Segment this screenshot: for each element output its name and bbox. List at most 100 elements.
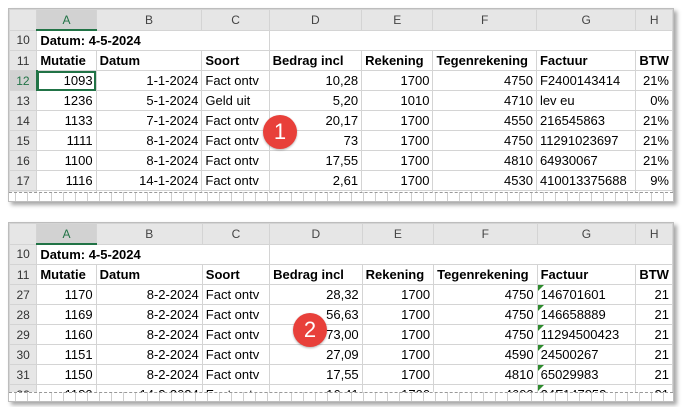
cell-datum[interactable]: 14-1-2024 bbox=[95, 170, 203, 191]
cell-bedrag[interactable]: 10,28 bbox=[268, 70, 363, 91]
header-cell-bedrag[interactable]: Bedrag incl bbox=[268, 50, 363, 71]
header-cell-btw[interactable]: BTW bbox=[635, 264, 673, 285]
row-header[interactable]: 16 bbox=[9, 150, 38, 171]
cell-factuur[interactable]: 24500267 bbox=[536, 344, 637, 365]
column-header-g[interactable]: G bbox=[536, 223, 637, 245]
cell-factuur[interactable]: 410013375688 bbox=[535, 170, 637, 191]
row-header[interactable]: 15 bbox=[9, 130, 38, 151]
row-header[interactable]: 11 bbox=[9, 50, 38, 71]
cell-mutatie[interactable]: 1170 bbox=[36, 284, 97, 305]
cell-bedrag[interactable]: 17,55 bbox=[269, 364, 363, 385]
cell-tegenrekening[interactable]: 4750 bbox=[433, 324, 538, 345]
cell-mutatie[interactable]: 1133 bbox=[36, 110, 97, 131]
cell-rekening[interactable]: 1700 bbox=[361, 344, 435, 365]
row-header[interactable]: 30 bbox=[9, 344, 38, 365]
cell-datum[interactable]: 1-1-2024 bbox=[95, 70, 203, 91]
cell-mutatie[interactable]: 1169 bbox=[36, 304, 97, 325]
cell-soort[interactable]: Fact ontv bbox=[201, 364, 271, 385]
header-cell-rekening[interactable]: Rekening bbox=[361, 50, 434, 71]
row-header[interactable]: 17 bbox=[9, 170, 38, 191]
cell-bedrag[interactable]: 2,61 bbox=[268, 170, 363, 191]
cell-btw[interactable]: 21 bbox=[635, 344, 673, 365]
cell-rekening[interactable]: 1700 bbox=[361, 304, 435, 325]
cell-datum[interactable]: 8-1-2024 bbox=[95, 130, 203, 151]
column-header-c[interactable]: C bbox=[201, 223, 271, 245]
header-cell-datum[interactable]: Datum bbox=[95, 50, 203, 71]
cell-bedrag[interactable]: 27,09 bbox=[269, 344, 363, 365]
cell-datum[interactable]: 8-1-2024 bbox=[95, 150, 203, 171]
cell-soort[interactable]: Fact ontv bbox=[201, 110, 270, 131]
header-cell-factuur[interactable]: Factuur bbox=[536, 264, 637, 285]
cell-tegenrekening[interactable]: 4710 bbox=[432, 90, 537, 111]
column-header-e[interactable]: E bbox=[361, 223, 435, 245]
cell-tegenrekening[interactable]: 4750 bbox=[433, 284, 538, 305]
cell-factuur[interactable]: 146658889 bbox=[536, 304, 637, 325]
cell[interactable] bbox=[269, 243, 673, 265]
column-header-f[interactable]: F bbox=[432, 9, 537, 31]
column-header-a[interactable]: A bbox=[36, 9, 97, 31]
column-header-b[interactable]: B bbox=[95, 9, 203, 31]
cell-btw[interactable]: 21 bbox=[635, 284, 673, 305]
header-cell-btw[interactable]: BTW bbox=[635, 50, 673, 71]
row-header[interactable]: 31 bbox=[9, 364, 38, 385]
row-header[interactable]: 28 bbox=[9, 304, 38, 325]
cell-factuur[interactable]: 11291023697 bbox=[535, 130, 637, 151]
cell-mutatie[interactable]: 1150 bbox=[36, 364, 97, 385]
cell-rekening[interactable]: 1700 bbox=[361, 110, 434, 131]
column-header-h[interactable]: H bbox=[635, 223, 673, 245]
cell-soort[interactable]: Fact ontv bbox=[201, 170, 270, 191]
cell-soort[interactable]: Fact ontv bbox=[201, 130, 270, 151]
cell-btw[interactable]: 21 bbox=[635, 364, 673, 385]
column-header-f[interactable]: F bbox=[433, 223, 538, 245]
row-header[interactable]: 10 bbox=[9, 243, 38, 265]
header-cell-soort[interactable]: Soort bbox=[201, 264, 271, 285]
cell-bedrag[interactable]: 5,20 bbox=[268, 90, 363, 111]
cell-btw[interactable]: 21% bbox=[635, 130, 673, 151]
cell-tegenrekening[interactable]: 4750 bbox=[432, 70, 537, 91]
column-header-c[interactable]: C bbox=[201, 9, 270, 31]
cell-soort[interactable]: Fact ontv bbox=[201, 324, 271, 345]
cell-tegenrekening[interactable]: 4750 bbox=[432, 130, 537, 151]
cell-tegenrekening[interactable]: 4550 bbox=[432, 110, 537, 131]
cell-datum[interactable]: 5-1-2024 bbox=[95, 90, 203, 111]
cell-btw[interactable]: 21 bbox=[635, 304, 673, 325]
cell-tegenrekening[interactable]: 4530 bbox=[432, 170, 537, 191]
select-all-corner[interactable] bbox=[9, 223, 38, 245]
cell-tegenrekening[interactable]: 4750 bbox=[433, 304, 538, 325]
column-header-h[interactable]: H bbox=[635, 9, 673, 31]
cell-tegenrekening[interactable]: 4590 bbox=[433, 344, 538, 365]
header-cell-datum[interactable]: Datum bbox=[95, 264, 203, 285]
cell-mutatie[interactable]: 1160 bbox=[36, 324, 97, 345]
column-header-e[interactable]: E bbox=[361, 9, 434, 31]
header-cell-soort[interactable]: Soort bbox=[201, 50, 270, 71]
column-header-a[interactable]: A bbox=[36, 223, 97, 245]
date-title-cell[interactable]: Datum: 4-5-2024 bbox=[36, 29, 270, 51]
cell-factuur[interactable]: lev eu bbox=[535, 90, 637, 111]
header-cell-rekening[interactable]: Rekening bbox=[361, 264, 435, 285]
cell-datum[interactable]: 8-2-2024 bbox=[95, 304, 203, 325]
cell-soort[interactable]: Fact ontv bbox=[201, 304, 271, 325]
row-header[interactable]: 10 bbox=[9, 29, 38, 51]
header-cell-bedrag[interactable]: Bedrag incl bbox=[269, 264, 363, 285]
cell-datum[interactable]: 7-1-2024 bbox=[95, 110, 203, 131]
column-header-d[interactable]: D bbox=[269, 223, 363, 245]
cell-btw[interactable]: 21% bbox=[635, 110, 673, 131]
cell-rekening[interactable]: 1700 bbox=[361, 324, 435, 345]
header-cell-mutatie[interactable]: Mutatie bbox=[36, 50, 97, 71]
cell-factuur[interactable]: 64930067 bbox=[535, 150, 637, 171]
cell-bedrag[interactable]: 17,55 bbox=[268, 150, 363, 171]
cell-datum[interactable]: 8-2-2024 bbox=[95, 344, 203, 365]
cell-mutatie[interactable]: 1151 bbox=[36, 344, 97, 365]
row-header[interactable]: 11 bbox=[9, 264, 38, 285]
header-cell-mutatie[interactable]: Mutatie bbox=[36, 264, 97, 285]
cell[interactable] bbox=[268, 29, 673, 51]
cell-tegenrekening[interactable]: 4810 bbox=[432, 150, 537, 171]
cell-soort[interactable]: Fact ontv bbox=[201, 70, 270, 91]
cell-factuur[interactable]: 146701601 bbox=[536, 284, 637, 305]
cell-rekening[interactable]: 1700 bbox=[361, 70, 434, 91]
cell-mutatie[interactable]: 1236 bbox=[36, 90, 97, 111]
cell-rekening[interactable]: 1010 bbox=[361, 90, 434, 111]
cell-datum[interactable]: 8-2-2024 bbox=[95, 324, 203, 345]
cell-mutatie[interactable]: 1100 bbox=[36, 150, 97, 171]
cell-btw[interactable]: 0% bbox=[635, 90, 673, 111]
